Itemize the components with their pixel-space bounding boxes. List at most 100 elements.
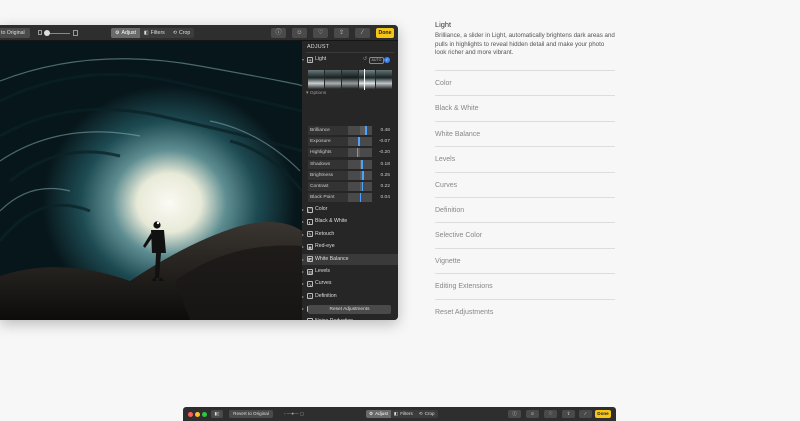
emoji-icon[interactable]: ☺ — [526, 410, 539, 418]
help-topic-editing-extensions[interactable]: Editing Extensions — [435, 273, 615, 298]
slider-row-shadows[interactable]: Shadows 0.18 — [308, 159, 392, 170]
slider-value: 0.25 — [380, 172, 390, 178]
slider-track[interactable] — [348, 193, 372, 203]
slider-row-brilliance[interactable]: Brilliance 0.48 — [308, 126, 392, 136]
edit-toolbar: to Original ⚙ Adjust ◧ Filters ⟲ Crop ⓘ ☺ ♡… — [0, 25, 398, 41]
crop-icon: ⟲ — [418, 411, 423, 416]
revert-to-original-button-2[interactable]: Revert to Original — [229, 410, 273, 418]
slider-knob[interactable] — [356, 148, 359, 158]
slider-row-highlights[interactable]: Highlights -0.20 — [308, 148, 392, 158]
zoom-slider-2[interactable]: ▫ —●— ▢ — [279, 410, 309, 418]
thumbnail-position-marker[interactable] — [364, 69, 365, 90]
slider-knob[interactable] — [362, 170, 364, 180]
heart-icon[interactable]: ♡ — [544, 410, 557, 418]
slider-row-contrast[interactable]: Contrast 0.22 — [308, 182, 392, 192]
info-icon[interactable]: ⓘ — [508, 410, 521, 418]
chevron-right-icon[interactable]: ▸ — [302, 254, 304, 265]
checkmark-icon[interactable]: ✓ — [384, 56, 390, 63]
slider-knob[interactable] — [359, 193, 362, 203]
chevron-right-icon[interactable]: ▸ — [302, 291, 304, 302]
light-thumbnail-strip[interactable] — [308, 69, 392, 90]
slider-row-exposure[interactable]: Exposure -0.07 — [308, 137, 392, 147]
chevron-right-icon[interactable]: ▸ — [302, 241, 304, 252]
slider-track[interactable] — [348, 126, 372, 135]
magic-wand-icon[interactable]: ⁄ — [355, 28, 370, 38]
tab-crop-2[interactable]: ⟲ Crop — [416, 410, 438, 418]
white-balance-icon: ◩ — [307, 256, 313, 263]
slider-track[interactable] — [348, 159, 372, 169]
chevron-right-icon[interactable]: ▸ — [302, 266, 304, 277]
tab-crop[interactable]: ⟲ Crop — [169, 28, 194, 38]
chevron-right-icon[interactable]: ▸ — [302, 316, 304, 320]
section-definition[interactable]: ▸ △ Definition — [302, 291, 398, 302]
help-topic-reset-adjustments[interactable]: Reset Adjustments — [435, 298, 615, 324]
section-red-eye[interactable]: ▸ ◉ Red-eye — [302, 241, 398, 252]
revert-to-original-button[interactable]: to Original — [0, 28, 30, 38]
help-topic-white-balance[interactable]: White Balance — [435, 120, 615, 146]
chevron-right-icon[interactable]: ▸ — [302, 303, 304, 314]
section-noise-reduction[interactable]: ▸▦Noise Reduction — [302, 316, 398, 320]
chevron-right-icon[interactable]: ▸ — [302, 278, 304, 289]
zoom-in-icon — [73, 29, 78, 36]
tab-adjust[interactable]: ⚙ Adjust — [111, 28, 140, 38]
slider-knob[interactable] — [361, 182, 364, 191]
section-retouch[interactable]: ▸ ✎ Retouch — [302, 229, 398, 240]
slider-track[interactable] — [348, 170, 372, 180]
section-levels[interactable]: ▸ ▥ Levels — [302, 266, 398, 277]
slider-label: Brightness — [308, 170, 348, 180]
slider-track[interactable] — [348, 148, 372, 158]
info-icon[interactable]: ⓘ — [271, 28, 286, 38]
section-color[interactable]: ▸ ◯ Color — [302, 204, 398, 215]
done-button[interactable]: Done — [376, 28, 394, 38]
tab-filters[interactable]: ◧ Filters — [140, 28, 169, 38]
share-icon[interactable]: ⇪ — [562, 410, 575, 418]
tab-adjust-2[interactable]: ⚙ Adjust — [366, 410, 391, 418]
close-button[interactable] — [188, 411, 193, 417]
zoom-button[interactable] — [202, 411, 207, 417]
chevron-right-icon[interactable]: ▸ — [302, 216, 304, 227]
options-disclosure[interactable]: ▾ Options — [306, 91, 326, 96]
divider — [306, 52, 394, 53]
slider-knob[interactable] — [361, 159, 363, 169]
slider-row-brightness[interactable]: Brightness 0.25 — [308, 170, 392, 181]
help-topic-definition[interactable]: Definition — [435, 196, 615, 222]
sidebar-toggle-icon[interactable]: ▮▯ — [211, 410, 223, 418]
reset-adjustments-button[interactable]: Reset Adjustments — [308, 305, 391, 314]
photo-canvas[interactable] — [0, 41, 302, 320]
auto-button[interactable]: AUTO — [369, 57, 384, 64]
chevron-right-icon[interactable]: ▸ — [302, 204, 304, 215]
chevron-right-icon[interactable]: ▸ — [302, 229, 304, 240]
help-topic-vignette[interactable]: Vignette — [435, 247, 615, 273]
undo-icon[interactable]: ↺ — [363, 54, 367, 65]
chevron-down-icon[interactable]: ▾ — [302, 54, 304, 65]
red-eye-icon: ◉ — [307, 243, 313, 250]
edit-mode-segmented-control: ⚙ Adjust ◧ Filters ⟲ Crop — [111, 28, 195, 38]
curves-icon: ∿ — [307, 280, 313, 287]
section-white-balance[interactable]: ▸ ◩ White Balance — [302, 253, 398, 265]
help-topic-levels[interactable]: Levels — [435, 146, 615, 171]
help-topic-selective-color[interactable]: Selective Color — [435, 222, 615, 247]
help-topic-black-white[interactable]: Black & White — [435, 95, 615, 120]
section-light[interactable]: ▾ ☀ Light ↺ AUTO ✓ — [302, 54, 398, 65]
slider-track[interactable] — [348, 182, 372, 191]
zoom-slider-knob[interactable] — [44, 30, 50, 36]
ice-cave-photo — [0, 41, 302, 320]
thumbnail — [376, 70, 392, 89]
done-button-2[interactable]: Done — [595, 410, 611, 418]
section-black-white[interactable]: ▸ ◐ Black & White — [302, 216, 398, 227]
help-topic-curves[interactable]: Curves — [435, 171, 615, 197]
photos-edit-toolbar-preview: ▮▯ Revert to Original ▫ —●— ▢ ⚙ Adjust ◧ F… — [183, 407, 616, 421]
slider-knob[interactable] — [358, 137, 360, 147]
section-label: Levels — [315, 268, 330, 274]
magic-wand-icon[interactable]: ⁄ — [579, 410, 592, 418]
section-curves[interactable]: ▸ ∿ Curves — [302, 278, 398, 289]
share-icon[interactable]: ⇪ — [334, 28, 349, 38]
minimize-button[interactable] — [195, 411, 200, 417]
slider-row-black-point[interactable]: Black Point 0.04 — [308, 193, 392, 203]
emoji-icon[interactable]: ☺ — [292, 28, 307, 38]
help-topic-color[interactable]: Color — [435, 70, 615, 95]
slider-knob[interactable] — [365, 126, 367, 135]
slider-track[interactable] — [348, 137, 372, 147]
tab-filters-2[interactable]: ◧ Filters — [391, 410, 416, 418]
heart-icon[interactable]: ♡ — [313, 28, 328, 38]
